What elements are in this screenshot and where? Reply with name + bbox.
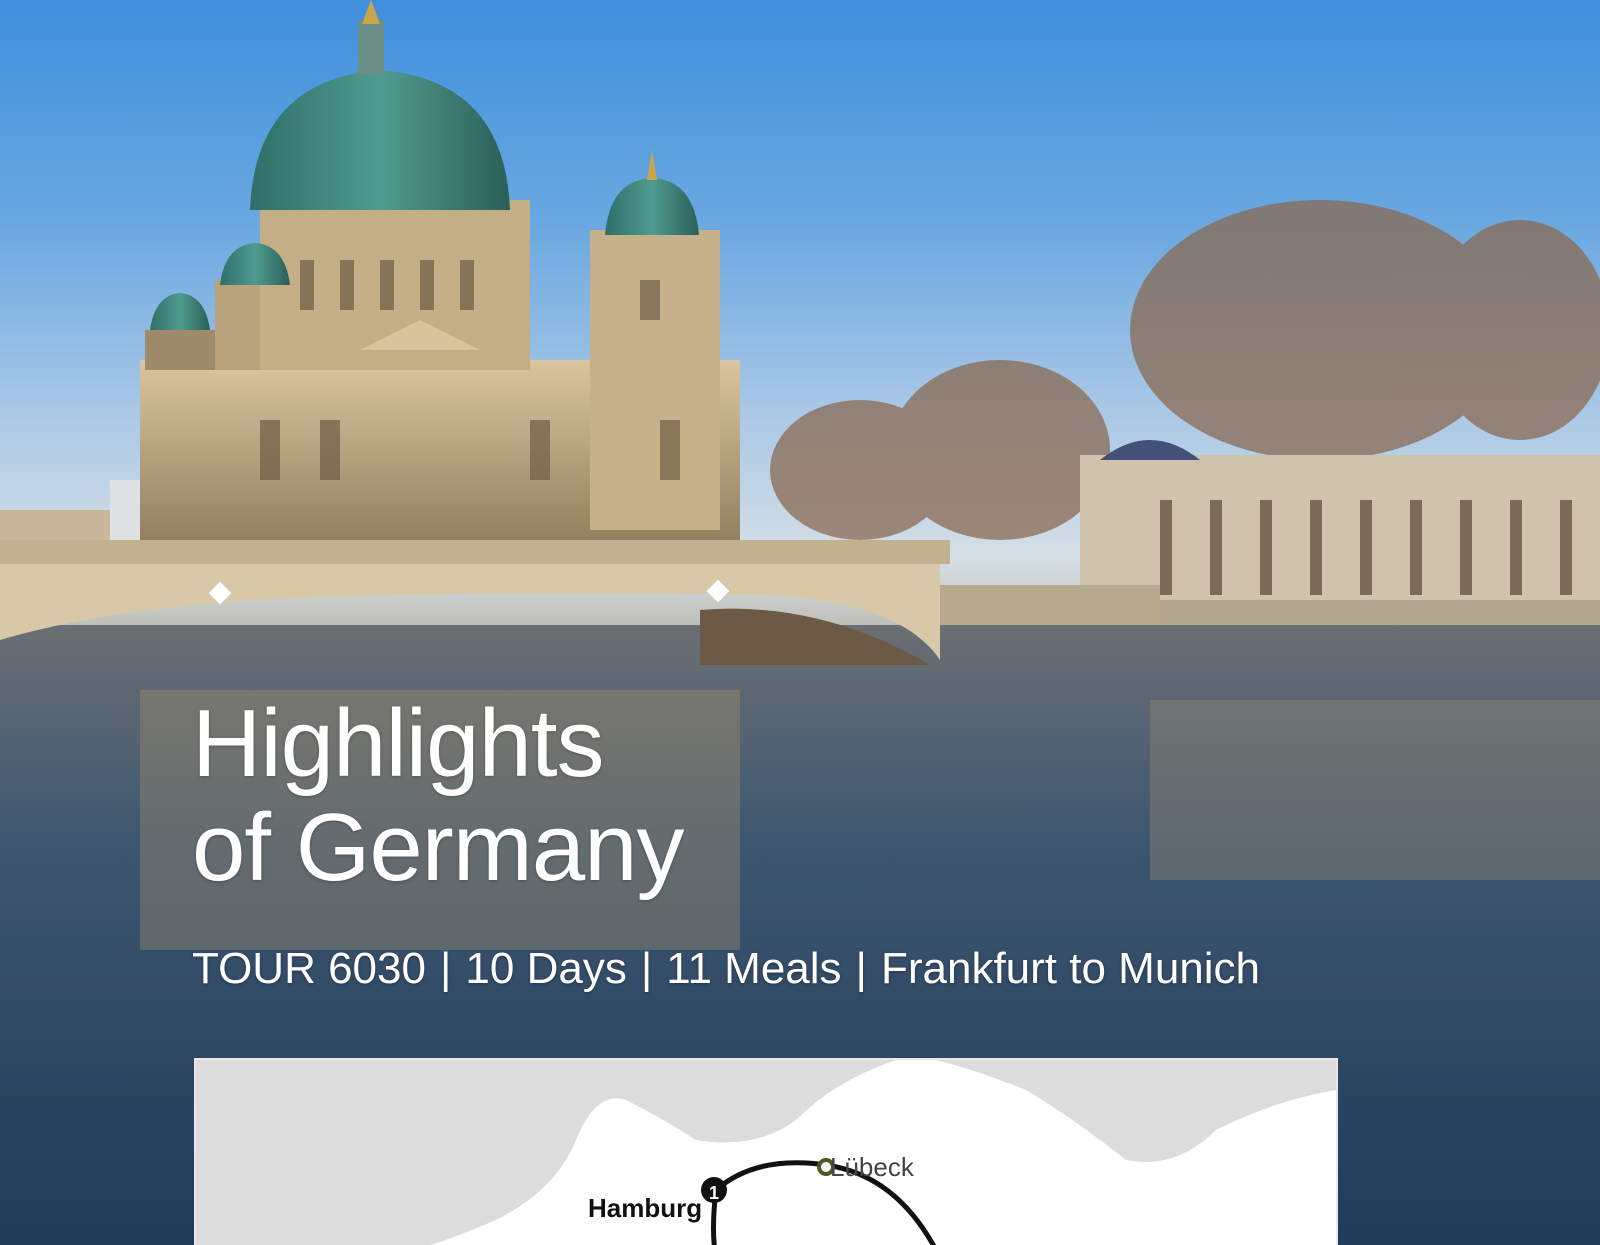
tour-meals: 11 Meals	[666, 944, 842, 993]
tour-route: Frankfurt to Munich	[880, 944, 1261, 993]
separator: |	[439, 944, 452, 993]
city-label-luebeck: Lübeck	[830, 1152, 914, 1182]
tour-title: Highlights of Germany	[192, 690, 685, 901]
tour-number: TOUR 6030	[192, 944, 426, 993]
route-map: 1 Lübeck Hamburg	[194, 1058, 1338, 1245]
title-line-2: of Germany	[192, 794, 685, 901]
separator: |	[640, 944, 653, 993]
map-sea	[196, 1060, 1336, 1245]
tour-info-line: TOUR 6030 | 10 Days | 11 Meals | Frankfurt to …	[192, 943, 1260, 995]
hamburg-stop-number: 1	[709, 1183, 719, 1203]
tour-duration: 10 Days	[465, 944, 627, 993]
city-label-hamburg: Hamburg	[588, 1193, 703, 1223]
title-line-1: Highlights	[192, 690, 605, 797]
separator: |	[855, 944, 867, 993]
cathedral	[140, 0, 740, 550]
tour-brochure-page: Highlights of Germany TOUR 6030 | 10 Days |…	[0, 0, 1600, 1245]
route-map-art: 1	[196, 1060, 1336, 1245]
